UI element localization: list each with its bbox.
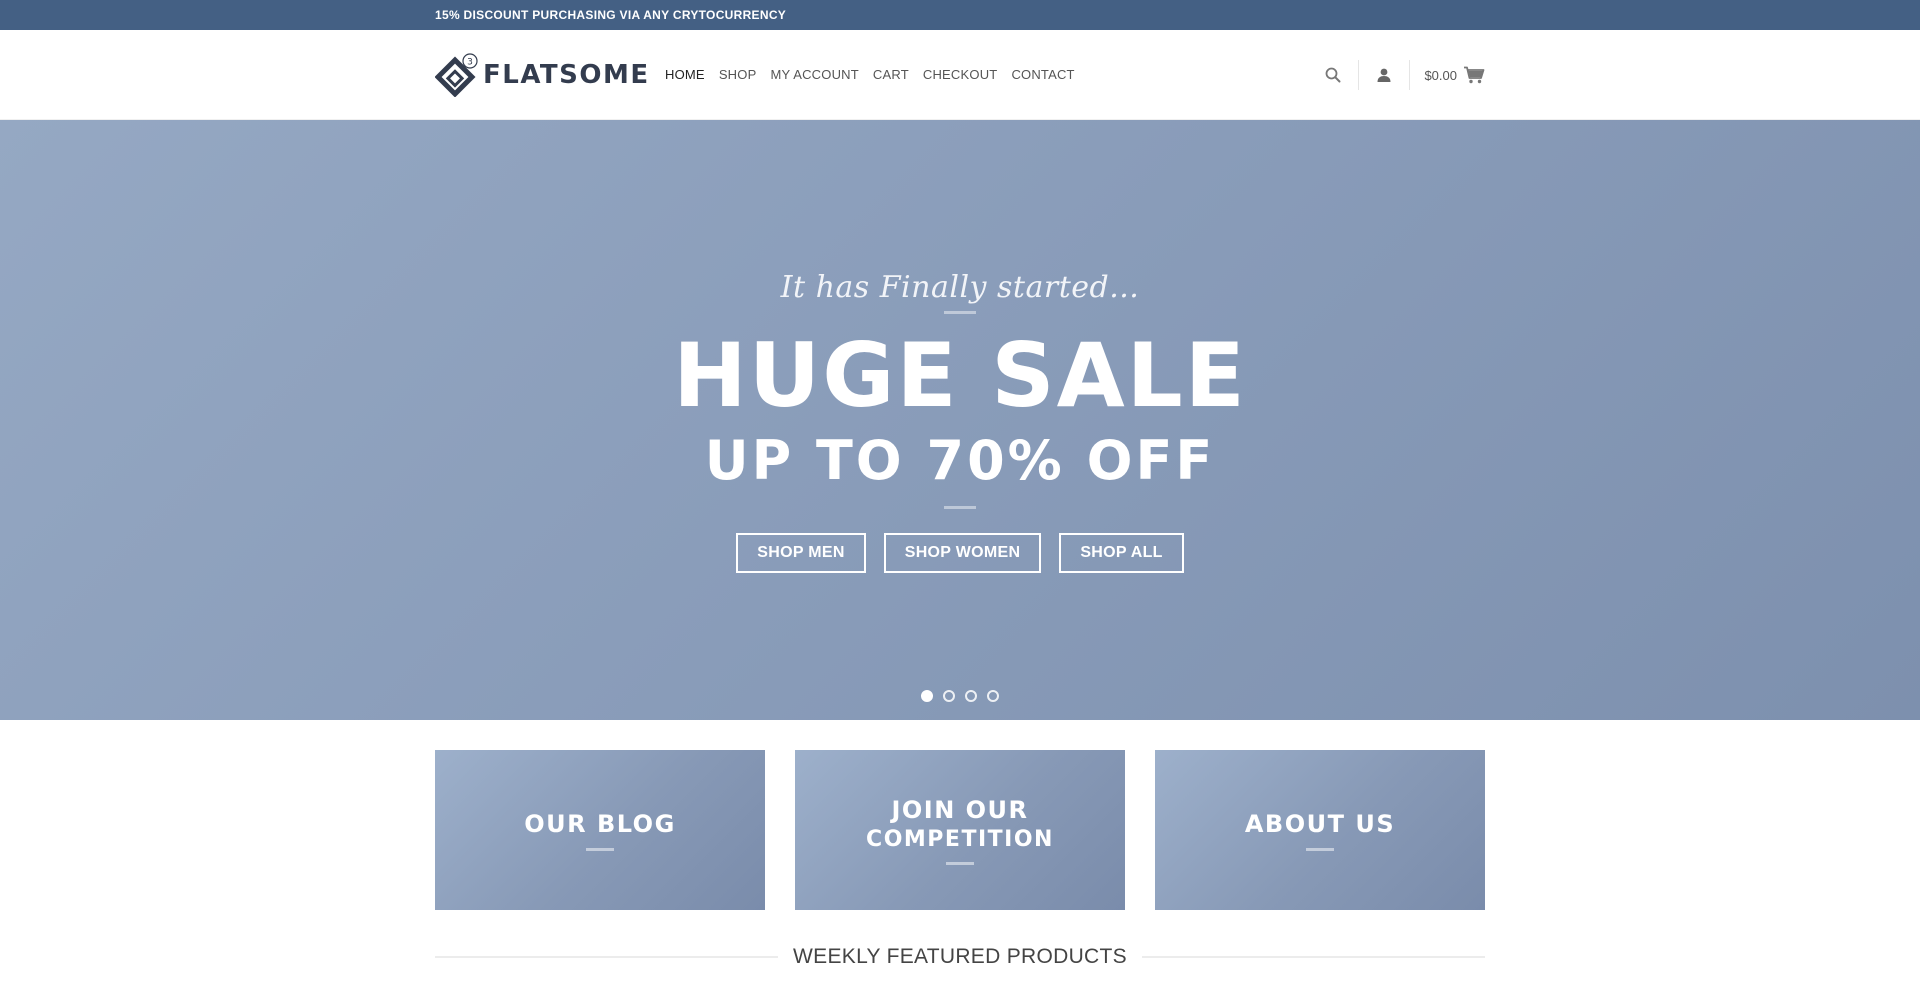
hero-content: It has Finally started... HUGE SALE UP T… <box>0 270 1920 573</box>
banner-title: ABOUT US <box>1244 809 1396 838</box>
banner-title: JOIN OUR COMPETITION <box>866 795 1054 855</box>
banner-title-line: JOIN OUR <box>891 795 1029 824</box>
search-icon[interactable] <box>1322 64 1344 86</box>
shop-all-button[interactable]: SHOP ALL <box>1059 533 1184 573</box>
hero-buttons: SHOP MEN SHOP WOMEN SHOP ALL <box>0 533 1920 573</box>
slider-dot-4[interactable] <box>987 690 999 702</box>
main-navigation: HOME SHOP MY ACCOUNT CART CHECKOUT CONTA… <box>665 67 1089 82</box>
featured-products-heading: WEEKLY FEATURED PRODUCTS <box>435 945 1486 969</box>
banner-title-line: COMPETITION <box>866 826 1054 852</box>
banner-title: OUR BLOG <box>524 809 676 838</box>
site-header: 3 FLATSOME HOME SHOP MY ACCOUNT CART CHE… <box>0 30 1920 120</box>
banner-our-blog[interactable]: OUR BLOG <box>435 750 765 910</box>
header-actions: $0.00 <box>1322 54 1485 96</box>
banner-about-us[interactable]: ABOUT US <box>1155 750 1485 910</box>
nav-shop[interactable]: SHOP <box>719 67 757 82</box>
featured-title: WEEKLY FEATURED PRODUCTS <box>793 945 1127 968</box>
slider-dot-2[interactable] <box>943 690 955 702</box>
nav-checkout[interactable]: CHECKOUT <box>923 67 998 82</box>
banner-divider <box>1306 848 1334 852</box>
nav-home[interactable]: HOME <box>665 67 705 82</box>
nav-my-account[interactable]: MY ACCOUNT <box>770 67 858 82</box>
cart-icon[interactable] <box>1463 64 1485 86</box>
nav-contact[interactable]: CONTACT <box>1011 67 1074 82</box>
heading-line <box>435 956 779 958</box>
user-icon[interactable] <box>1373 64 1395 86</box>
promo-banners: OUR BLOG JOIN OUR COMPETITION ABOUT US <box>435 750 1485 910</box>
hero-slider: It has Finally started... HUGE SALE UP T… <box>0 120 1920 720</box>
slider-dot-3[interactable] <box>965 690 977 702</box>
header-divider <box>1409 60 1411 90</box>
site-logo[interactable]: 3 FLATSOME <box>434 53 650 98</box>
slider-dots <box>0 690 1920 702</box>
banner-divider <box>946 862 974 866</box>
hero-divider <box>944 506 976 509</box>
banner-join-competition[interactable]: JOIN OUR COMPETITION <box>795 750 1125 910</box>
slider-dot-1[interactable] <box>921 690 933 702</box>
cart-total[interactable]: $0.00 <box>1424 68 1457 83</box>
logo-badge: 3 <box>467 58 473 68</box>
hero-divider <box>944 311 976 314</box>
nav-cart[interactable]: CART <box>873 67 909 82</box>
banner-divider <box>586 848 614 852</box>
flatsome-logo-icon: 3 <box>434 53 479 98</box>
top-announcement-bar: 15% DISCOUNT PURCHASING VIA ANY CRYTOCUR… <box>0 0 1920 30</box>
announcement-text: 15% DISCOUNT PURCHASING VIA ANY CRYTOCUR… <box>435 8 787 22</box>
shop-women-button[interactable]: SHOP WOMEN <box>883 533 1042 573</box>
logo-text: FLATSOME <box>483 60 650 90</box>
hero-title: HUGE SALE <box>673 324 1247 427</box>
header-divider <box>1358 60 1360 90</box>
heading-line <box>1141 956 1486 958</box>
hero-tagline: It has Finally started... <box>780 270 1140 305</box>
shop-men-button[interactable]: SHOP MEN <box>736 533 866 573</box>
hero-subtitle: UP TO 70% OFF <box>704 429 1216 492</box>
